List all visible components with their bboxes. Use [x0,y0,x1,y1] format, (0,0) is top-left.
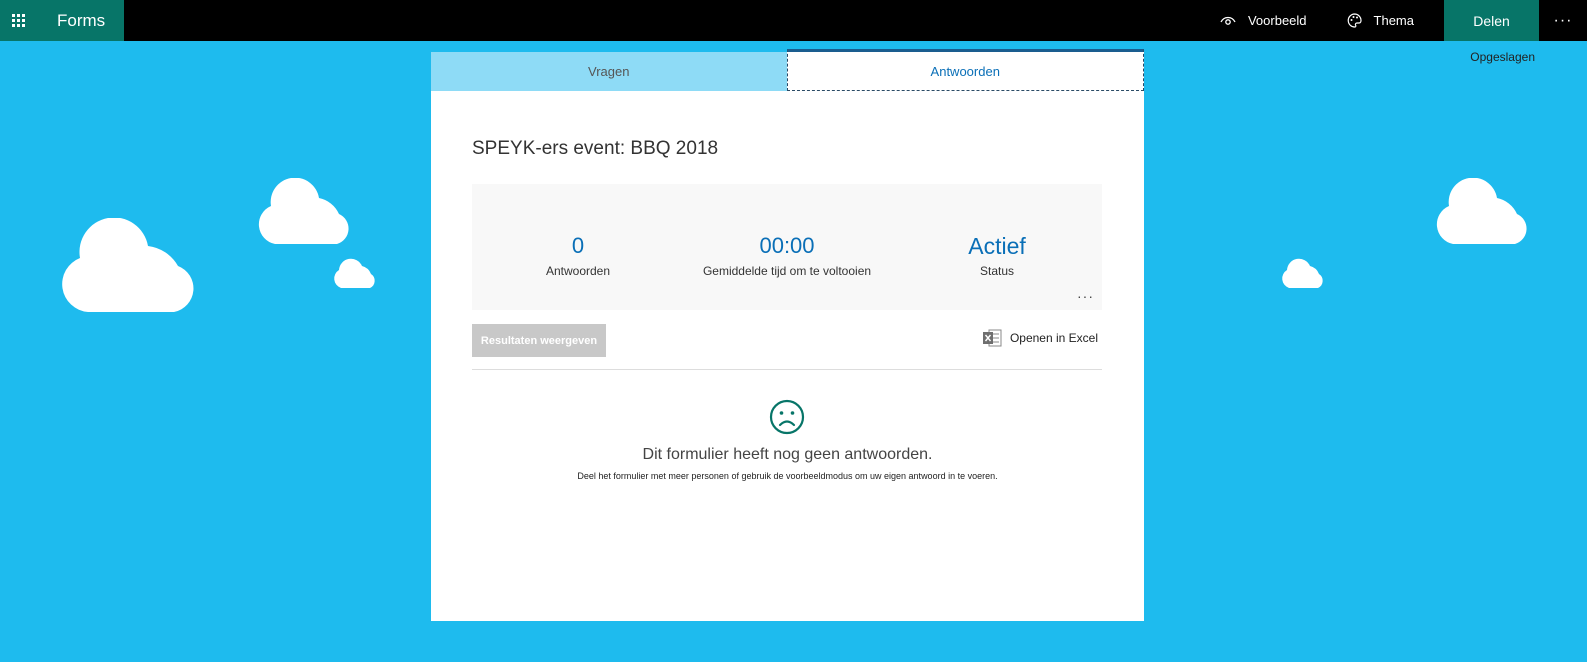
preview-button[interactable]: Voorbeeld [1200,0,1327,41]
divider [472,369,1102,370]
preview-label: Voorbeeld [1247,13,1307,28]
cloud-decoration [1433,178,1534,246]
stat-status: Actief Status [937,232,1057,278]
responses-label: Antwoorden [545,264,611,278]
status-value: Actief [968,233,1026,259]
cloud-decoration [255,178,356,246]
eye-icon [1220,16,1236,25]
status-label: Status [979,264,1015,278]
stat-responses: 0 Antwoorden [518,232,638,278]
empty-state-subtitle: Deel het formulier met meer personen of … [577,471,998,481]
sad-face-icon [768,398,806,441]
open-in-excel-label: Openen in Excel [1009,331,1098,345]
average-time-value: 00:00 [759,233,815,258]
open-in-excel-link[interactable]: Openen in Excel [982,329,1098,347]
tab-responses[interactable]: Antwoorden [786,49,1144,91]
stat-average-time: 00:00 Gemiddelde tijd om te voltooien [677,232,897,278]
empty-state-title: Dit formulier heeft nog geen antwoorden. [642,446,933,463]
app-launcher-icon[interactable] [0,0,36,41]
average-time-label: Gemiddelde tijd om te voltooien [702,264,872,278]
more-options-button[interactable]: ··· [1539,0,1587,41]
stats-panel: 0 Antwoorden 00:00 Gemiddelde tijd om te… [472,184,1102,310]
cloud-decoration [331,256,379,289]
brand-area: Forms [0,0,124,41]
tab-bar: Vragen Antwoorden [431,49,1144,91]
cloud-decoration [58,218,201,314]
tab-questions[interactable]: Vragen [431,52,787,91]
responses-count: 0 [571,233,585,258]
toolbar: Voorbeeld Thema Delen ··· [1200,0,1587,41]
stats-more-button[interactable]: ··· [1077,288,1094,304]
share-button[interactable]: Delen [1444,0,1539,41]
form-card: Vragen Antwoorden SPEYK-ers event: BBQ 2… [431,49,1144,621]
theme-label: Thema [1373,13,1414,28]
cloud-decoration [1279,256,1327,289]
palette-icon [1347,13,1362,28]
theme-button[interactable]: Thema [1327,0,1434,41]
form-title: SPEYK-ers event: BBQ 2018 [472,138,719,159]
app-name[interactable]: Forms [57,11,105,31]
top-bar: Forms Voorbeeld Thema Delen ··· [0,0,1587,41]
view-results-button[interactable]: Resultaten weergeven [472,324,606,357]
excel-icon [982,329,1002,347]
saved-status: Opgeslagen [1470,50,1535,64]
